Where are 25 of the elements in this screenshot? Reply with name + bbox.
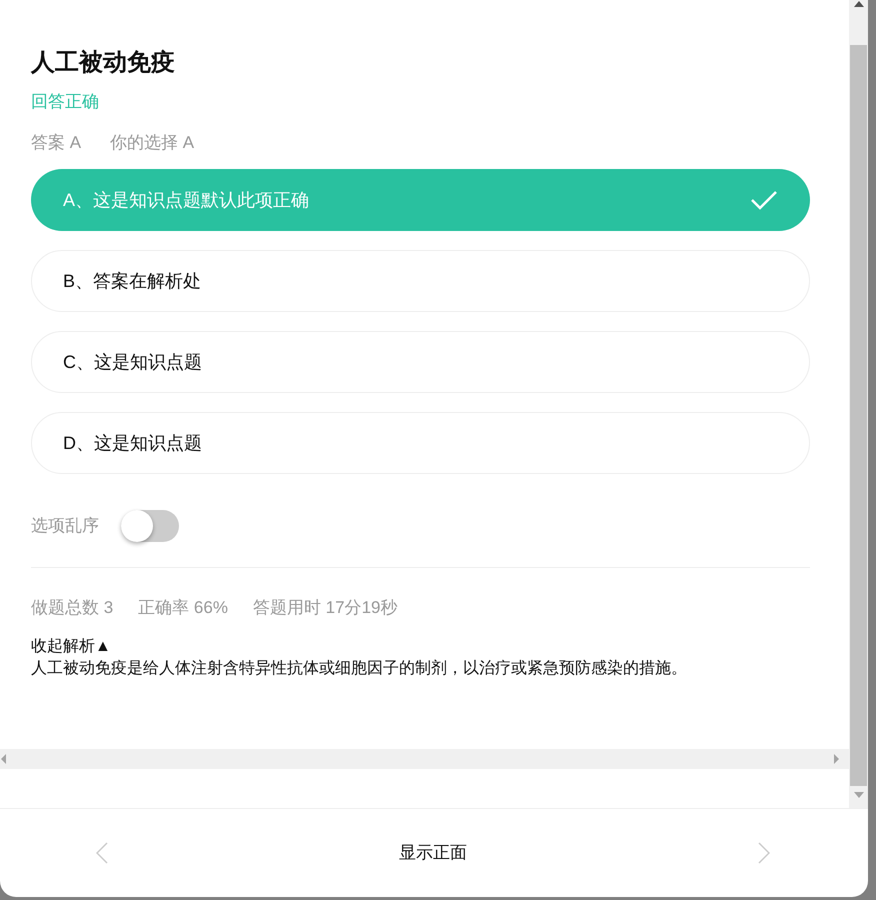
scrollbar-thumb[interactable]	[850, 45, 867, 786]
answer-text: 答案 A	[31, 132, 82, 154]
option-button[interactable]: B、答案在解析处	[31, 250, 810, 312]
stat-text: 正确率 66%	[138, 597, 228, 619]
question-title: 人工被动免疫	[31, 48, 176, 78]
choice-text: 你的选择 A	[110, 132, 194, 154]
check-icon	[750, 189, 778, 211]
vertical-scrollbar[interactable]	[849, 0, 868, 808]
scroll-down-icon[interactable]	[854, 792, 864, 798]
horizontal-scrollbar[interactable]	[0, 749, 849, 769]
next-icon[interactable]	[758, 842, 770, 864]
scroll-up-icon[interactable]	[854, 1, 864, 7]
previous-icon[interactable]	[96, 842, 108, 864]
option-button[interactable]: D、这是知识点题	[31, 412, 810, 474]
stat-text: 答题用时 17分19秒	[252, 597, 398, 619]
analysis-text: 人工被动免疫是给人体注射含特异性抗体或细胞因子的制剂，以治疗或紧急预防感染的措施。	[31, 658, 688, 679]
stat-text: 做题总数 3	[31, 597, 114, 619]
toggle-switch[interactable]	[121, 510, 179, 542]
option-button[interactable]: C、这是知识点题	[31, 331, 810, 393]
shuffle-label: 选项乱序	[31, 515, 99, 538]
scroll-left-icon[interactable]	[1, 754, 7, 764]
result-text: 回答正确	[31, 91, 99, 113]
collapse-analysis-link[interactable]: 收起解析▲	[31, 636, 111, 658]
scroll-right-icon[interactable]	[834, 754, 840, 764]
show-front-button[interactable]: 显示正面	[399, 840, 467, 866]
